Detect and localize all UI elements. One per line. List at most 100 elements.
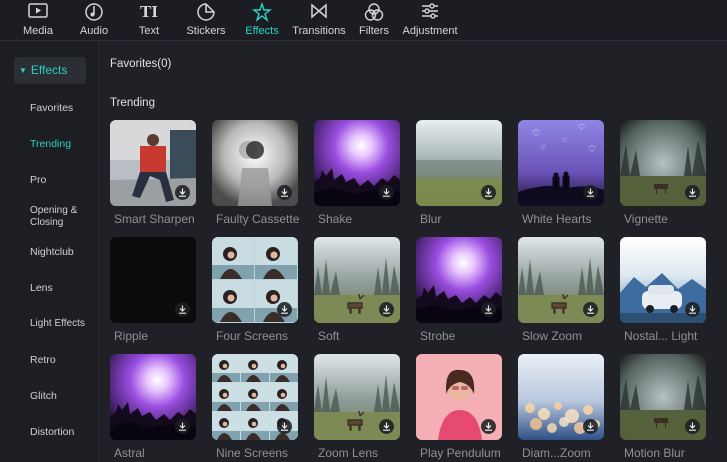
effect-card-thumbnail[interactable] bbox=[314, 120, 400, 206]
sidebar-item-retro[interactable]: Retro bbox=[30, 354, 96, 366]
download-icon[interactable] bbox=[175, 185, 190, 200]
effect-name-label: Shake bbox=[318, 212, 353, 226]
svg-text:♡: ♡ bbox=[578, 123, 585, 132]
sidebar-item-light-effects[interactable]: Light Effects bbox=[30, 318, 96, 330]
effect-card-thumbnail[interactable] bbox=[110, 237, 196, 323]
sidebar-item-opening-closing[interactable]: Opening & Closing bbox=[30, 205, 90, 229]
caret-down-icon: ▼ bbox=[19, 66, 27, 75]
sidebar-item-lens[interactable]: Lens bbox=[30, 282, 96, 294]
effect-name-label: Diam...Zoom bbox=[522, 446, 591, 460]
download-icon[interactable] bbox=[379, 302, 394, 317]
effect-name-label: Play Pendulum bbox=[420, 446, 501, 460]
tab-adjustment-label: Adjustment bbox=[402, 25, 458, 37]
text-icon: TI bbox=[138, 2, 160, 22]
effect-card-thumbnail[interactable] bbox=[620, 354, 706, 440]
effect-card-thumbnail[interactable] bbox=[518, 237, 604, 323]
tab-transitions[interactable]: Transitions bbox=[288, 0, 350, 40]
tab-adjustment[interactable]: Adjustment bbox=[400, 0, 460, 40]
sidebar-item-distortion[interactable]: Distortion bbox=[30, 426, 96, 438]
download-icon[interactable] bbox=[481, 419, 496, 434]
tab-text[interactable]: TI Text bbox=[126, 0, 172, 40]
effect-card-thumbnail[interactable] bbox=[212, 237, 298, 323]
effect-card-thumbnail[interactable]: ♡ ♡ ♡ ♡ ♡ bbox=[518, 120, 604, 206]
download-icon[interactable] bbox=[379, 419, 394, 434]
effect-name-label: Smart Sharpen bbox=[114, 212, 195, 226]
effect-card-thumbnail[interactable] bbox=[212, 354, 298, 440]
effect-card-thumbnail[interactable] bbox=[416, 120, 502, 206]
download-icon[interactable] bbox=[481, 302, 496, 317]
download-icon[interactable] bbox=[379, 185, 394, 200]
sidebar-header-label: Effects bbox=[30, 63, 68, 77]
adjustment-icon bbox=[419, 2, 441, 22]
transitions-icon bbox=[308, 2, 330, 22]
download-icon[interactable] bbox=[685, 185, 700, 200]
tab-media[interactable]: Media bbox=[10, 0, 66, 40]
download-icon[interactable] bbox=[481, 185, 496, 200]
download-icon[interactable] bbox=[583, 185, 598, 200]
tab-effects-label: Effects bbox=[245, 25, 279, 37]
tab-transitions-label: Transitions bbox=[292, 25, 346, 37]
effect-name-label: Nostal... Light bbox=[624, 329, 698, 343]
effect-name-label: Slow Zoom bbox=[522, 329, 583, 343]
svg-text:♡: ♡ bbox=[562, 137, 567, 144]
svg-text:TI: TI bbox=[140, 2, 158, 20]
effect-name-label: White Hearts bbox=[522, 212, 592, 226]
sidebar-item-pro[interactable]: Pro bbox=[30, 174, 96, 186]
effect-name-label: Soft bbox=[318, 329, 340, 343]
tab-stickers[interactable]: Stickers bbox=[180, 0, 232, 40]
download-icon[interactable] bbox=[175, 302, 190, 317]
effects-icon bbox=[251, 1, 273, 23]
effect-name-label: Nine Screens bbox=[216, 446, 289, 460]
audio-icon bbox=[83, 2, 105, 22]
tab-media-label: Media bbox=[23, 25, 53, 37]
tab-filters[interactable]: Filters bbox=[354, 0, 394, 40]
effect-name-label: Astral bbox=[114, 446, 145, 460]
download-icon[interactable] bbox=[277, 419, 292, 434]
download-icon[interactable] bbox=[583, 302, 598, 317]
tab-effects[interactable]: Effects bbox=[240, 0, 284, 40]
sidebar-item-glitch[interactable]: Glitch bbox=[30, 390, 96, 402]
effect-name-label: Vignette bbox=[624, 212, 668, 226]
effect-card-thumbnail[interactable] bbox=[620, 120, 706, 206]
effects-gallery: Favorites(0) Trending Smart Sharpen Fault… bbox=[99, 41, 727, 462]
effect-card-thumbnail[interactable] bbox=[314, 354, 400, 440]
effect-card-thumbnail[interactable] bbox=[314, 237, 400, 323]
svg-text:♡: ♡ bbox=[588, 145, 596, 155]
stickers-icon bbox=[195, 2, 217, 22]
download-icon[interactable] bbox=[277, 185, 292, 200]
effects-category-sidebar: ▼ Effects Favorites Trending Pro Opening … bbox=[0, 41, 99, 462]
download-icon[interactable] bbox=[277, 302, 292, 317]
effect-card-thumbnail[interactable] bbox=[518, 354, 604, 440]
tab-text-label: Text bbox=[138, 25, 160, 37]
tab-audio-label: Audio bbox=[79, 25, 109, 37]
download-icon[interactable] bbox=[685, 302, 700, 317]
effect-name-label: Faulty Cassette bbox=[216, 212, 300, 226]
tab-stickers-label: Stickers bbox=[186, 25, 226, 37]
download-icon[interactable] bbox=[583, 419, 598, 434]
sidebar-header-effects[interactable]: ▼ Effects bbox=[14, 57, 86, 84]
effect-name-label: Strobe bbox=[420, 329, 456, 343]
favorites-section-label[interactable]: Favorites(0) bbox=[110, 58, 171, 70]
media-icon bbox=[27, 2, 49, 22]
effect-card-thumbnail[interactable] bbox=[212, 120, 298, 206]
sidebar-item-nightclub[interactable]: Nightclub bbox=[30, 246, 96, 258]
download-icon[interactable] bbox=[175, 419, 190, 434]
effect-card-thumbnail[interactable] bbox=[110, 354, 196, 440]
svg-text:♡: ♡ bbox=[540, 144, 546, 152]
filters-icon bbox=[363, 2, 385, 22]
effect-name-label: Zoom Lens bbox=[318, 446, 379, 460]
sidebar-item-favorites[interactable]: Favorites bbox=[30, 102, 96, 114]
top-toolbar: Media Audio TI Text Stickers Effects Tra… bbox=[0, 0, 727, 41]
effect-card-thumbnail[interactable] bbox=[620, 237, 706, 323]
download-icon[interactable] bbox=[685, 419, 700, 434]
effect-name-label: Four Screens bbox=[216, 329, 289, 343]
effect-name-label: Blur bbox=[420, 212, 442, 226]
effect-card-thumbnail[interactable] bbox=[110, 120, 196, 206]
tab-audio[interactable]: Audio bbox=[70, 0, 118, 40]
tab-filters-label: Filters bbox=[359, 25, 389, 37]
effect-card-thumbnail[interactable] bbox=[416, 354, 502, 440]
effect-card-thumbnail[interactable] bbox=[416, 237, 502, 323]
effect-name-label: Ripple bbox=[114, 329, 149, 343]
sidebar-item-trending[interactable]: Trending bbox=[30, 138, 96, 150]
effect-name-label: Motion Blur bbox=[624, 446, 685, 460]
